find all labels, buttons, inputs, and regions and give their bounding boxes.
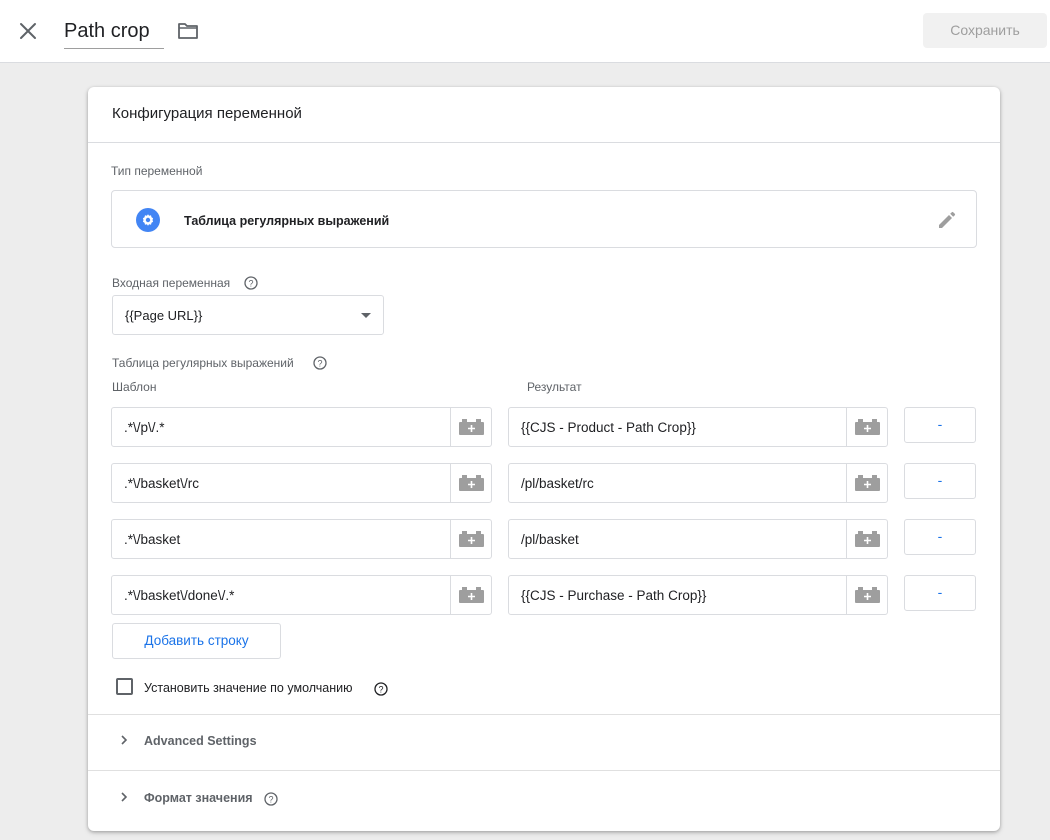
remove-row-button[interactable]: - xyxy=(904,463,976,499)
pattern-input[interactable]: .*\/p\/.* xyxy=(111,407,492,447)
help-icon[interactable]: ? xyxy=(264,792,278,806)
result-input[interactable]: {{CJS - Product - Path Crop}} xyxy=(508,407,888,447)
svg-text:?: ? xyxy=(248,278,253,288)
regex-table-label: Таблица регулярных выражений xyxy=(112,356,294,370)
add-row-button[interactable]: Добавить строку xyxy=(112,623,281,659)
chevron-right-icon xyxy=(118,733,130,745)
result-column-header: Результат xyxy=(527,380,582,394)
pattern-column-header: Шаблон xyxy=(112,380,157,394)
card-title: Конфигурация переменной xyxy=(112,105,302,122)
svg-text:?: ? xyxy=(268,794,273,804)
gear-icon xyxy=(136,208,160,232)
close-icon[interactable] xyxy=(14,17,42,45)
variable-brick-icon[interactable] xyxy=(846,408,887,446)
svg-text:?: ? xyxy=(378,684,383,694)
value-format-title: Формат значения xyxy=(144,791,253,805)
pattern-input[interactable]: .*\/basket xyxy=(111,519,492,559)
variable-brick-icon[interactable] xyxy=(846,520,887,558)
variable-brick-icon[interactable] xyxy=(846,464,887,502)
variable-config-card: Конфигурация переменной Тип переменной Т… xyxy=(88,87,1000,831)
result-input[interactable]: /pl/basket xyxy=(508,519,888,559)
input-variable-value: {{Page URL}} xyxy=(125,308,203,323)
svg-text:?: ? xyxy=(317,358,322,368)
result-value: {{CJS - Purchase - Path Crop}} xyxy=(521,588,707,603)
card-header: Конфигурация переменной xyxy=(88,87,1000,143)
result-value: /pl/basket/rc xyxy=(521,476,594,491)
pattern-value: .*\/p\/.* xyxy=(124,420,165,435)
edit-icon[interactable] xyxy=(936,209,958,231)
variable-type-name: Таблица регулярных выражений xyxy=(184,214,390,228)
variable-type-label: Тип переменной xyxy=(111,164,203,178)
chevron-right-icon xyxy=(118,790,130,802)
input-variable-label: Входная переменная xyxy=(112,276,231,290)
advanced-settings-section[interactable]: Advanced Settings xyxy=(88,715,1000,767)
advanced-settings-title: Advanced Settings xyxy=(144,734,257,748)
variable-brick-icon[interactable] xyxy=(450,520,491,558)
result-input[interactable]: /pl/basket/rc xyxy=(508,463,888,503)
pattern-input[interactable]: .*\/basket\/done\/.* xyxy=(111,575,492,615)
pattern-value: .*\/basket xyxy=(124,532,181,547)
top-bar: Path crop Сохранить xyxy=(0,0,1050,63)
remove-row-button[interactable]: - xyxy=(904,407,976,443)
variable-brick-icon[interactable] xyxy=(450,408,491,446)
variable-brick-icon[interactable] xyxy=(846,576,887,614)
help-icon[interactable]: ? xyxy=(244,276,258,290)
pattern-input[interactable]: .*\/basket\/rc xyxy=(111,463,492,503)
default-value-label: Установить значение по умолчанию xyxy=(144,681,353,695)
variable-name: Path crop xyxy=(64,20,150,42)
divider xyxy=(88,770,1000,771)
save-button[interactable]: Сохранить xyxy=(923,13,1047,48)
remove-row-button[interactable]: - xyxy=(904,575,976,611)
help-icon[interactable]: ? xyxy=(313,356,327,370)
input-variable-select[interactable]: {{Page URL}} xyxy=(112,295,384,335)
folder-icon[interactable] xyxy=(176,19,200,43)
dropdown-arrow-icon xyxy=(361,313,371,318)
default-value-checkbox[interactable] xyxy=(116,678,133,695)
result-value: /pl/basket xyxy=(521,532,579,547)
value-format-section[interactable]: Формат значения ? xyxy=(88,772,1000,824)
help-icon[interactable]: ? xyxy=(374,682,388,696)
result-input[interactable]: {{CJS - Purchase - Path Crop}} xyxy=(508,575,888,615)
variable-brick-icon[interactable] xyxy=(450,464,491,502)
pattern-value: .*\/basket\/done\/.* xyxy=(124,588,235,603)
pattern-value: .*\/basket\/rc xyxy=(124,476,200,491)
remove-row-button[interactable]: - xyxy=(904,519,976,555)
result-value: {{CJS - Product - Path Crop}} xyxy=(521,420,696,435)
variable-type-box[interactable]: Таблица регулярных выражений xyxy=(111,190,977,248)
variable-brick-icon[interactable] xyxy=(450,576,491,614)
variable-name-field[interactable]: Path crop xyxy=(64,14,164,49)
